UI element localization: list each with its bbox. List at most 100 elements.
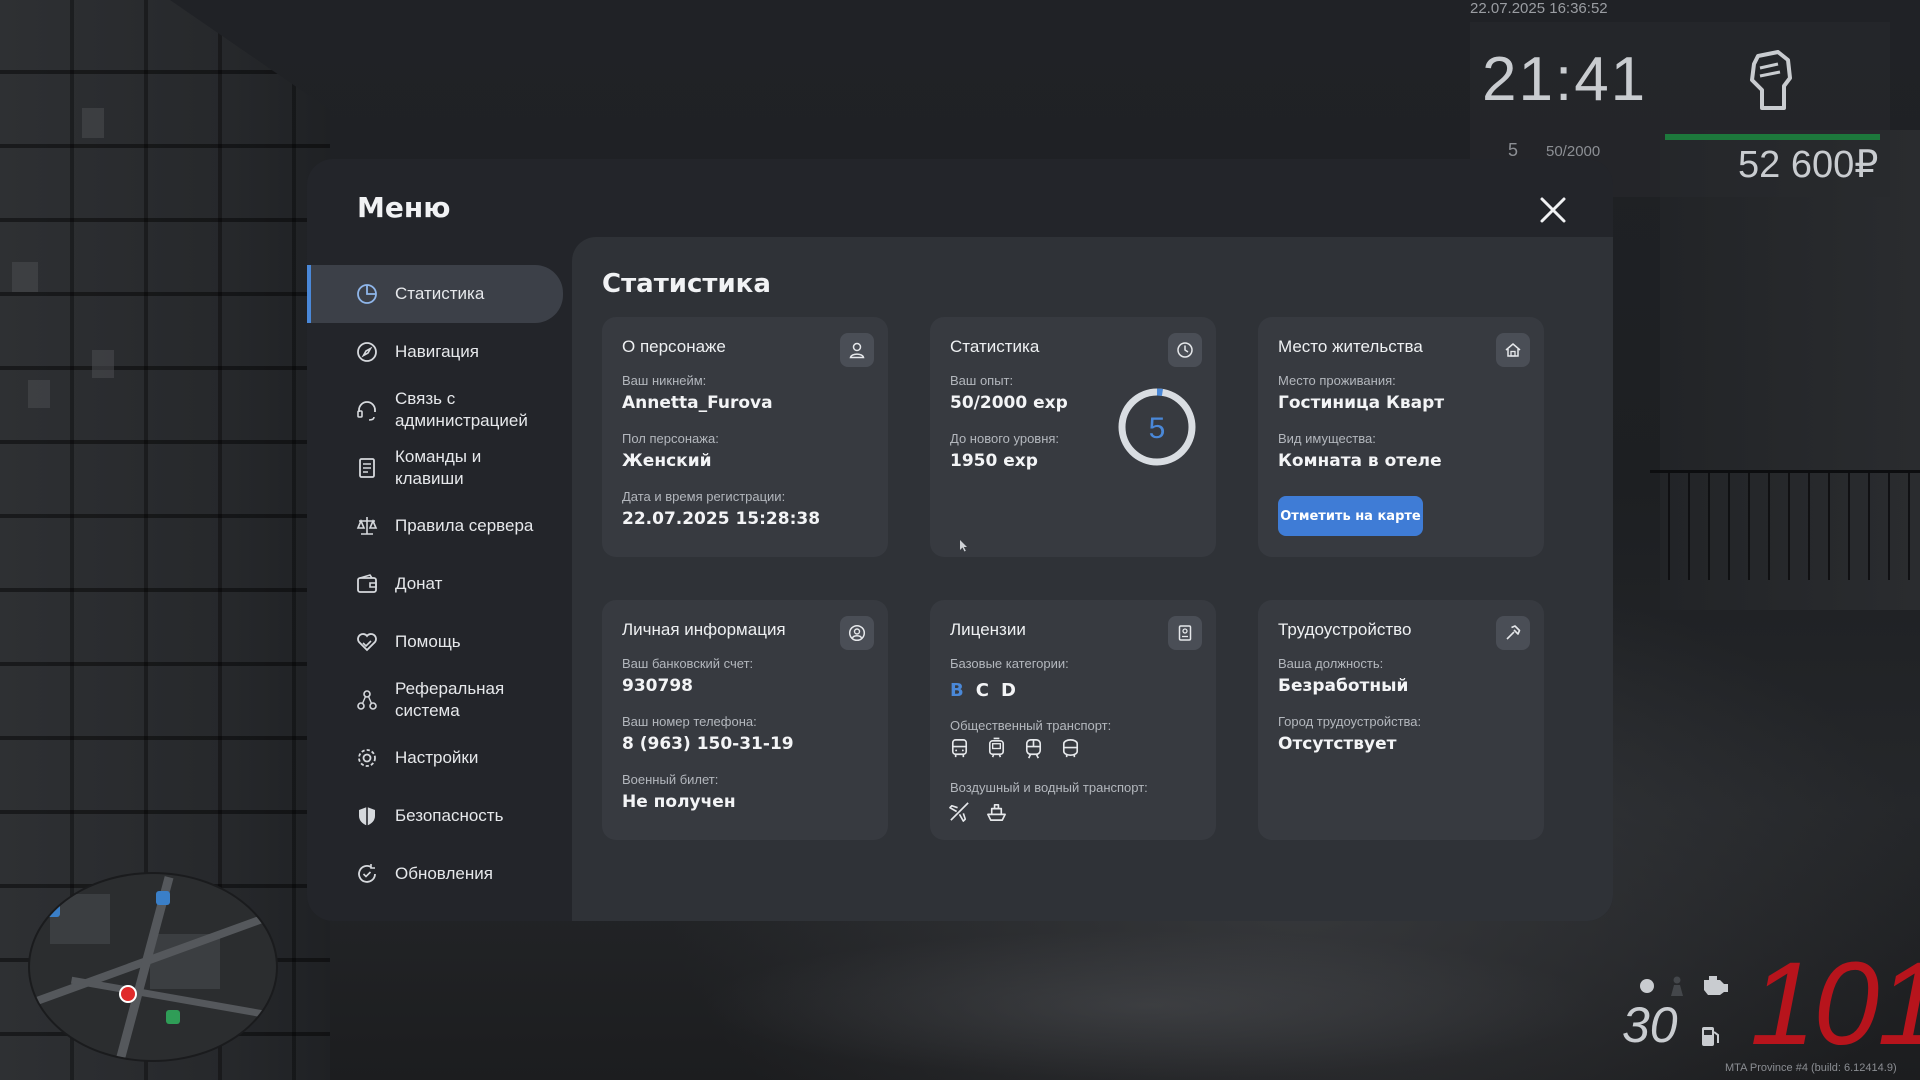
menu-title: Меню xyxy=(357,191,451,224)
fist-icon xyxy=(1750,50,1792,110)
card-title: Личная информация xyxy=(622,620,786,639)
air-water-transport-icons xyxy=(948,800,1008,823)
sidebar-item-label: Команды и клавиши xyxy=(395,447,482,488)
level-progress-ring: 5 xyxy=(1118,388,1196,466)
sidebar-item-updates[interactable]: Обновления xyxy=(307,845,563,903)
air-water-transport-label: Воздушный и водный транспорт: xyxy=(950,780,1148,795)
sidebar-item-label: Настройки xyxy=(395,748,479,767)
mouse-cursor-icon xyxy=(960,540,967,552)
nickname-value: Annetta_Furova xyxy=(622,393,773,413)
engine-icon xyxy=(1704,976,1728,995)
minimap xyxy=(28,872,278,1062)
card-about-character: О персонаже Ваш никнейм: Annetta_Furova … xyxy=(602,317,888,557)
card-icon-box xyxy=(1168,333,1202,367)
gender-label: Пол персонажа: xyxy=(622,431,719,446)
hud-clock: 21:41 xyxy=(1482,45,1648,114)
close-icon[interactable] xyxy=(1537,194,1569,226)
bus-icon xyxy=(951,739,968,758)
page-title: Статистика xyxy=(602,269,771,299)
sidebar-item-referral[interactable]: Реферальная система xyxy=(307,671,563,729)
map-poi-icon xyxy=(46,903,60,917)
hammer-icon xyxy=(1506,625,1521,640)
card-employment: Трудоустройство Ваша должность: Безработ… xyxy=(1258,600,1544,840)
compass-icon xyxy=(357,342,377,362)
mark-on-map-button[interactable]: Отметить на карте xyxy=(1278,496,1423,536)
exp-label: Ваш опыт: xyxy=(950,373,1014,388)
job-position-label: Ваша должность: xyxy=(1278,656,1384,671)
clock-icon xyxy=(1177,342,1193,358)
sidebar-item-donate[interactable]: Донат xyxy=(307,555,563,613)
registration-value: 22.07.2025 15:28:38 xyxy=(622,509,821,529)
refresh-check-icon xyxy=(358,864,376,883)
sidebar-item-navigation[interactable]: Навигация xyxy=(307,323,563,381)
scales-icon xyxy=(356,517,378,535)
residence-label: Место проживания: xyxy=(1278,373,1396,388)
card-title: Место жительства xyxy=(1278,337,1423,356)
military-id-value: Не получен xyxy=(622,792,736,812)
building-window xyxy=(82,108,104,138)
wallet-icon xyxy=(357,574,377,593)
sidebar-item-security[interactable]: Безопасность xyxy=(307,787,563,845)
residence-value: Гостиница Кварт xyxy=(1278,393,1445,413)
card-icon-box xyxy=(840,616,874,650)
base-categories-label: Базовые категории: xyxy=(950,656,1069,671)
property-type-value: Комната в отеле xyxy=(1278,451,1442,471)
house-icon xyxy=(1505,343,1521,357)
hud-datetime: 22.07.2025 16:36:52 xyxy=(1470,0,1608,17)
bank-account-label: Ваш банковский счет: xyxy=(622,656,754,671)
sidebar-item-label: Навигация xyxy=(395,342,479,361)
card-title: Лицензии xyxy=(950,620,1026,639)
lights-icon xyxy=(1640,979,1654,993)
military-id-label: Военный билет: xyxy=(622,772,719,787)
sidebar-item-commands[interactable]: Команды и клавиши xyxy=(307,439,563,497)
next-level-label: До нового уровня: xyxy=(950,431,1060,446)
road-light xyxy=(700,930,1600,1080)
property-type-label: Вид имущества: xyxy=(1278,431,1376,446)
document-list-icon xyxy=(359,458,375,478)
building-window xyxy=(92,350,114,378)
shield-icon xyxy=(359,807,375,826)
seatbelt-icon xyxy=(1671,976,1683,996)
heart-hand-icon xyxy=(357,633,377,652)
card-residence: Место жительства Место проживания: Гости… xyxy=(1258,317,1544,557)
sidebar-item-admin-contact[interactable]: Связь с администрацией xyxy=(307,381,563,439)
boat-icon xyxy=(987,803,1006,821)
sidebar-item-label: Правила сервера xyxy=(395,516,534,535)
card-icon-box xyxy=(840,333,874,367)
gender-value: Женский xyxy=(622,451,712,471)
public-transport-icons xyxy=(948,737,1082,760)
nickname-label: Ваш никнейм: xyxy=(622,373,707,388)
card-statistics: Статистика Ваш опыт: 50/2000 exp До ново… xyxy=(930,317,1216,557)
card-icon-box xyxy=(1496,616,1530,650)
fuel-pump-icon xyxy=(1702,1027,1719,1046)
hud-level: 5 xyxy=(1508,140,1519,160)
fence xyxy=(1650,470,1920,580)
phone-label: Ваш номер телефона: xyxy=(622,714,757,729)
license-category-c: C xyxy=(975,680,989,701)
card-licenses: Лицензии Базовые категории: B C D Общест… xyxy=(930,600,1216,840)
registration-label: Дата и время регистрации: xyxy=(622,489,786,504)
sidebar-item-label: Связь с администрацией xyxy=(395,389,528,430)
trolleybus-icon xyxy=(1062,739,1079,758)
sidebar-item-settings[interactable]: Настройки xyxy=(307,729,563,787)
license-categories: B C D xyxy=(950,680,1016,701)
speedometer: 101 xyxy=(1750,938,1920,1070)
card-title: Статистика xyxy=(950,337,1040,356)
bank-account-value: 930798 xyxy=(622,676,693,696)
plane-icon xyxy=(949,802,969,822)
sidebar-item-rules[interactable]: Правила сервера xyxy=(307,497,563,555)
sidebar-item-label: Обновления xyxy=(395,864,493,883)
headset-icon xyxy=(357,401,376,421)
sidebar-item-statistics[interactable]: Статистика xyxy=(307,265,563,323)
phone-value: 8 (963) 150-31-19 xyxy=(622,734,794,754)
card-icon-box xyxy=(1168,616,1202,650)
sidebar-item-help[interactable]: Помощь xyxy=(307,613,563,671)
map-poi-icon xyxy=(166,1010,180,1024)
build-info: MTA Province #4 (build: 6.12414.9) xyxy=(1725,1062,1897,1074)
card-personal-info: Личная информация Ваш банковский счет: 9… xyxy=(602,600,888,840)
sidebar-item-label: Донат xyxy=(395,574,443,593)
hud-exp: 50/2000 xyxy=(1546,143,1601,160)
money-bar xyxy=(1665,134,1880,140)
gear-icon xyxy=(358,749,376,767)
job-city-label: Город трудоустройства: xyxy=(1278,714,1422,729)
